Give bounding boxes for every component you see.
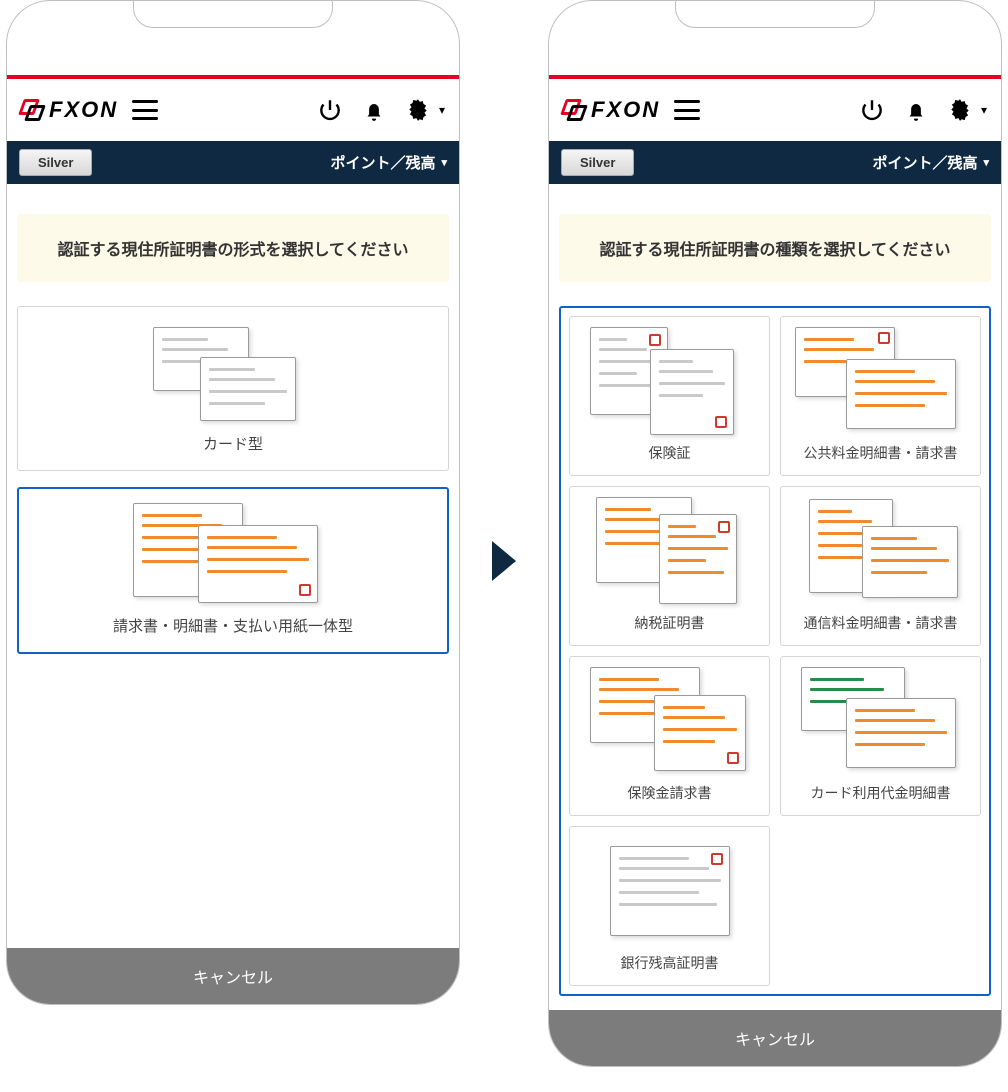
next-arrow-icon (488, 537, 520, 590)
topbar: FXON ▾ (7, 79, 459, 141)
power-icon[interactable] (317, 97, 343, 123)
brand-mark-icon (563, 99, 585, 121)
menu-icon[interactable] (132, 100, 158, 120)
menu-icon[interactable] (674, 100, 700, 120)
doc-type-label: 通信料金明細書・請求書 (787, 613, 974, 633)
balance-toggle-label: ポイント／残高 (872, 152, 977, 173)
format-option-label: カード型 (28, 433, 438, 454)
brand-text: FXON (591, 97, 660, 123)
tier-badge: Silver (19, 149, 92, 176)
notch (7, 0, 459, 28)
balance-toggle[interactable]: ポイント／残高 ▾ (330, 152, 447, 173)
format-option-invoice[interactable]: 請求書・明細書・支払い用紙一体型 (17, 487, 449, 654)
brand-text: FXON (49, 97, 118, 123)
format-option-card[interactable]: カード型 (17, 306, 449, 471)
doc-type-tile[interactable]: 納税証明書 (569, 486, 770, 646)
tier-badge: Silver (561, 149, 634, 176)
doc-illustration (787, 497, 974, 605)
format-option-label: 請求書・明細書・支払い用紙一体型 (29, 615, 437, 636)
doc-type-grid: 保険証 公共料金明細書・請求書 (559, 306, 991, 996)
doc-illustration (576, 327, 763, 435)
notch (549, 0, 1001, 28)
prompt-banner: 認証する現住所証明書の形式を選択してください (17, 214, 449, 282)
doc-type-tile[interactable]: 通信料金明細書・請求書 (780, 486, 981, 646)
brand-logo: FXON (21, 97, 118, 123)
chevron-down-icon: ▾ (441, 156, 447, 169)
phone-right: FXON ▾ Silver ポイント／残高 ▾ 認証する現住所証明書の種類を選択… (548, 0, 1002, 1067)
bell-icon[interactable] (361, 97, 387, 123)
cancel-button[interactable]: キャンセル (549, 1010, 1001, 1066)
doc-illustration (576, 667, 763, 775)
topbar: FXON ▾ (549, 79, 1001, 141)
gear-icon[interactable] (405, 97, 431, 123)
chevron-down-icon[interactable]: ▾ (439, 103, 445, 117)
phone-left: FXON ▾ Silver ポイント／残高 ▾ 認証する現住所証明書の形式を選択… (6, 0, 460, 1005)
doc-illustration (576, 497, 763, 605)
bell-icon[interactable] (903, 97, 929, 123)
doc-illustration (787, 667, 974, 775)
card-illustration (28, 321, 438, 421)
brand-mark-icon (21, 99, 43, 121)
doc-type-tile[interactable]: 公共料金明細書・請求書 (780, 316, 981, 476)
doc-type-label: 保険金請求書 (576, 783, 763, 803)
doc-illustration (576, 837, 763, 945)
balance-toggle[interactable]: ポイント／残高 ▾ (872, 152, 989, 173)
balance-toggle-label: ポイント／残高 (330, 152, 435, 173)
prompt-banner: 認証する現住所証明書の種類を選択してください (559, 214, 991, 282)
doc-type-label: カード利用代金明細書 (787, 783, 974, 803)
cancel-button[interactable]: キャンセル (7, 948, 459, 1004)
doc-type-label: 保険証 (576, 443, 763, 463)
chevron-down-icon: ▾ (983, 156, 989, 169)
subbar: Silver ポイント／残高 ▾ (7, 141, 459, 184)
invoice-illustration (29, 503, 437, 603)
doc-type-tile[interactable]: カード利用代金明細書 (780, 656, 981, 816)
doc-type-tile[interactable]: 保険金請求書 (569, 656, 770, 816)
subbar: Silver ポイント／残高 ▾ (549, 141, 1001, 184)
doc-type-label: 納税証明書 (576, 613, 763, 633)
chevron-down-icon[interactable]: ▾ (981, 103, 987, 117)
power-icon[interactable] (859, 97, 885, 123)
doc-type-label: 公共料金明細書・請求書 (787, 443, 974, 463)
doc-type-tile[interactable]: 保険証 (569, 316, 770, 476)
doc-type-label: 銀行残高証明書 (576, 953, 763, 973)
doc-illustration (787, 327, 974, 435)
doc-type-tile[interactable]: 銀行残高証明書 (569, 826, 770, 986)
brand-logo: FXON (563, 97, 660, 123)
gear-icon[interactable] (947, 97, 973, 123)
